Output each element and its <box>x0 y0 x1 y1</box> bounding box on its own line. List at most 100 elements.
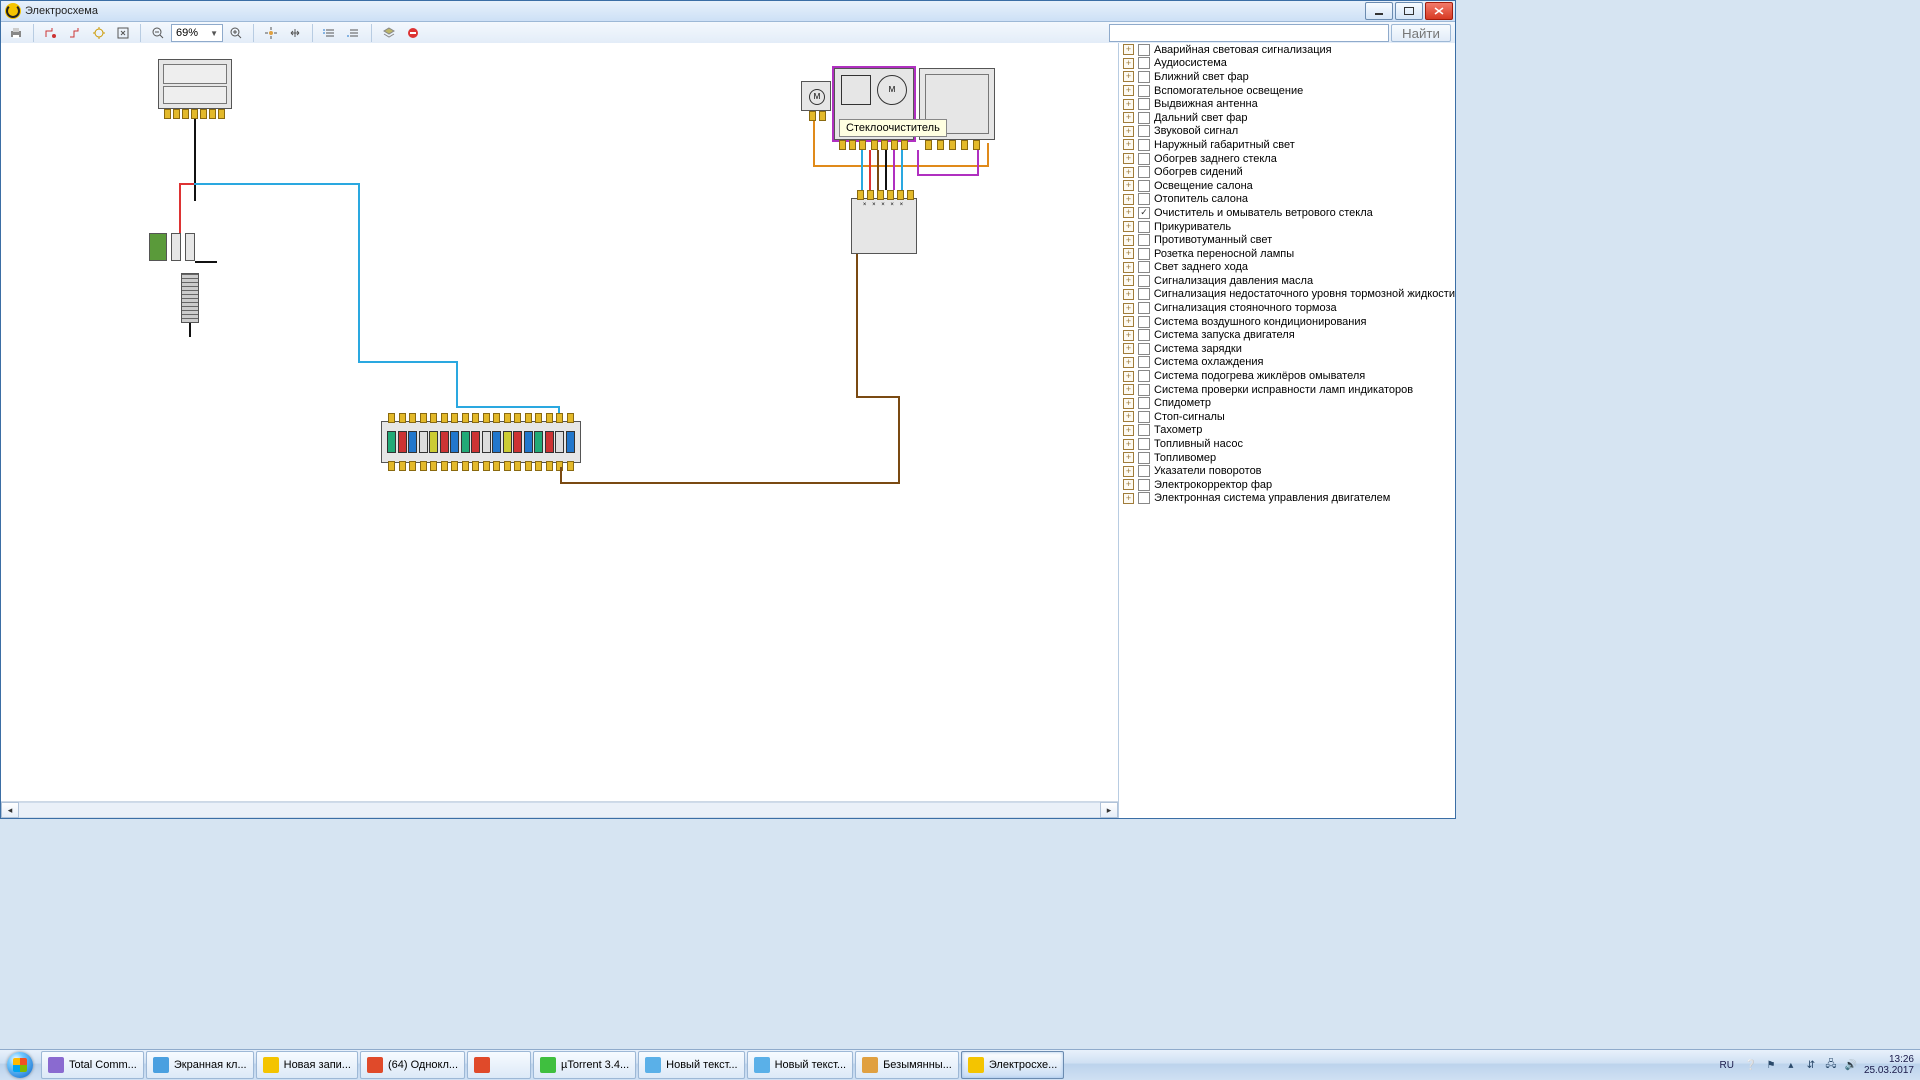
tree-item[interactable]: +Топливный насос <box>1119 437 1455 451</box>
tree-item[interactable]: +Звуковой сигнал <box>1119 125 1455 139</box>
checkbox[interactable] <box>1138 370 1150 382</box>
expand-icon[interactable]: + <box>1123 479 1134 490</box>
systems-tree[interactable]: +Аварийная световая сигнализация+Аудиоси… <box>1118 43 1455 818</box>
tree-item[interactable]: +Система зарядки <box>1119 342 1455 356</box>
expand-icon[interactable]: + <box>1123 207 1134 218</box>
expand-icon[interactable]: + <box>1123 248 1134 259</box>
tree-item[interactable]: +Обогрев сидений <box>1119 165 1455 179</box>
language-indicator[interactable]: RU <box>1715 1058 1737 1073</box>
tree-item[interactable]: +Тахометр <box>1119 424 1455 438</box>
checkbox[interactable] <box>1138 153 1150 165</box>
expand-icon[interactable]: + <box>1123 466 1134 477</box>
taskbar-item[interactable] <box>467 1051 531 1079</box>
tray-expand-icon[interactable]: ▴ <box>1784 1058 1798 1072</box>
expand-icon[interactable]: + <box>1123 235 1134 246</box>
expand-icon[interactable]: + <box>1123 316 1134 327</box>
expand-icon[interactable]: + <box>1123 221 1134 232</box>
tree-item[interactable]: +Вспомогательное освещение <box>1119 84 1455 98</box>
expand-icon[interactable]: + <box>1123 194 1134 205</box>
expand-icon[interactable]: + <box>1123 99 1134 110</box>
fuse[interactable] <box>555 431 564 453</box>
route-tool-2[interactable] <box>64 23 86 43</box>
expand-icon[interactable]: + <box>1123 371 1134 382</box>
checkbox[interactable] <box>1138 452 1150 464</box>
highlight-tool[interactable] <box>88 23 110 43</box>
expand-icon[interactable]: + <box>1123 167 1134 178</box>
checkbox[interactable] <box>1138 71 1150 83</box>
scroll-left-button[interactable]: ◂ <box>1 802 19 818</box>
fuse[interactable] <box>461 431 470 453</box>
checkbox[interactable] <box>1138 180 1150 192</box>
checkbox[interactable] <box>1138 356 1150 368</box>
expand-icon[interactable]: + <box>1123 425 1134 436</box>
action-center-icon[interactable]: ⚑ <box>1764 1058 1778 1072</box>
list-tool-1[interactable] <box>319 23 341 43</box>
checkbox[interactable] <box>1138 275 1150 287</box>
checkbox[interactable] <box>1138 261 1150 273</box>
fuse[interactable] <box>503 431 512 453</box>
expand-icon[interactable]: + <box>1123 493 1134 504</box>
zoom-combo[interactable]: 69%▼ <box>171 24 223 42</box>
expand-icon[interactable]: + <box>1123 289 1134 300</box>
taskbar-item[interactable]: (64) Однокл... <box>360 1051 465 1079</box>
fuse[interactable] <box>566 431 575 453</box>
scroll-track[interactable] <box>19 802 1100 818</box>
checkbox[interactable] <box>1138 112 1150 124</box>
tree-item[interactable]: +Электронная система управления двигател… <box>1119 492 1455 506</box>
find-button[interactable]: Найти <box>1391 24 1451 42</box>
checkbox[interactable] <box>1138 193 1150 205</box>
minimize-button[interactable] <box>1365 2 1393 20</box>
checkbox[interactable]: ✓ <box>1138 207 1150 219</box>
expand-icon[interactable]: + <box>1123 44 1134 55</box>
fuse[interactable] <box>471 431 480 453</box>
resistor-icon[interactable] <box>181 273 199 323</box>
expand-icon[interactable]: + <box>1123 112 1134 123</box>
tree-item[interactable]: +Топливомер <box>1119 451 1455 465</box>
tree-item[interactable]: +Указатели поворотов <box>1119 464 1455 478</box>
expand-icon[interactable]: + <box>1123 330 1134 341</box>
tree-item[interactable]: +Обогрев заднего стекла <box>1119 152 1455 166</box>
fuse[interactable] <box>534 431 543 453</box>
checkbox[interactable] <box>1138 438 1150 450</box>
component-gray-1[interactable] <box>171 233 181 261</box>
print-button[interactable] <box>5 23 27 43</box>
taskbar-item[interactable]: Экранная кл... <box>146 1051 254 1079</box>
expand-icon[interactable]: + <box>1123 139 1134 150</box>
checkbox[interactable] <box>1138 479 1150 491</box>
checkbox[interactable] <box>1138 424 1150 436</box>
motor-block-left[interactable]: M <box>801 81 831 111</box>
checkbox[interactable] <box>1138 221 1150 233</box>
tree-item[interactable]: +Аварийная световая сигнализация <box>1119 43 1455 57</box>
checkbox[interactable] <box>1138 57 1150 69</box>
tray-clock[interactable]: 13:26 25.03.2017 <box>1864 1054 1914 1076</box>
expand-icon[interactable]: + <box>1123 126 1134 137</box>
schematic-canvas[interactable]: {} <box>1 43 1118 801</box>
tree-item[interactable]: +Электрокорректор фар <box>1119 478 1455 492</box>
expand-icon[interactable]: + <box>1123 384 1134 395</box>
checkbox[interactable] <box>1138 492 1150 504</box>
checkbox[interactable] <box>1138 234 1150 246</box>
expand-icon[interactable]: + <box>1123 85 1134 96</box>
tree-item[interactable]: +Сигнализация давления масла <box>1119 274 1455 288</box>
fuse[interactable] <box>492 431 501 453</box>
tree-item[interactable]: +Выдвижная антенна <box>1119 97 1455 111</box>
taskbar-item[interactable]: Новый текст... <box>638 1051 744 1079</box>
fuse[interactable] <box>513 431 522 453</box>
zoom-in-button[interactable] <box>225 23 247 43</box>
expand-icon[interactable]: + <box>1123 439 1134 450</box>
checkbox[interactable] <box>1138 85 1150 97</box>
expand-icon[interactable]: + <box>1123 411 1134 422</box>
expand-icon[interactable]: + <box>1123 71 1134 82</box>
fuse[interactable] <box>440 431 449 453</box>
fuse[interactable] <box>450 431 459 453</box>
tree-item[interactable]: +Аудиосистема <box>1119 57 1455 71</box>
connector-block[interactable]: × × × × × <box>851 198 917 254</box>
checkbox[interactable] <box>1138 343 1150 355</box>
fuse[interactable] <box>545 431 554 453</box>
taskbar-item[interactable]: Новый текст... <box>747 1051 853 1079</box>
component-green[interactable] <box>149 233 167 261</box>
fuse[interactable] <box>524 431 533 453</box>
tree-item[interactable]: +Сигнализация недостаточного уровня торм… <box>1119 288 1455 302</box>
checkbox[interactable] <box>1138 44 1150 56</box>
taskbar-item[interactable]: Электросхе... <box>961 1051 1064 1079</box>
